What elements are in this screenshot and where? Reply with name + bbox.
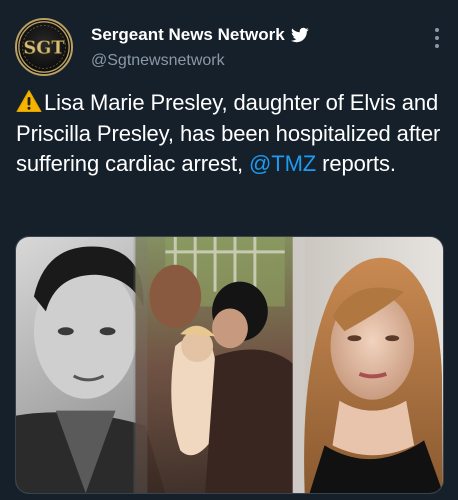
more-vertical-icon[interactable] [434, 28, 440, 48]
tweet-media[interactable] [15, 236, 444, 494]
account-handle[interactable]: @Sgtnewsnetwork [91, 52, 418, 72]
avatar-logo: SGT [18, 21, 70, 73]
mention-link[interactable]: @TMZ [249, 151, 316, 176]
tweet-text: Lisa Marie Presley, daughter of Elvis an… [16, 88, 448, 180]
tweet-card[interactable]: SGT Sergeant News Network @Sgtnewsnetwor… [0, 0, 458, 500]
display-name[interactable]: Sergeant News Network [91, 25, 285, 45]
photo-collage [16, 237, 443, 493]
avatar[interactable]: SGT [15, 18, 73, 76]
avatar-text: SGT [23, 38, 64, 59]
warning-icon [16, 89, 42, 113]
name-row: Sergeant News Network [91, 24, 418, 46]
tweet-header: Sergeant News Network @Sgtnewsnetwork [91, 24, 418, 72]
twitter-bird-icon [290, 26, 309, 44]
tweet-text-end: reports. [316, 151, 396, 176]
